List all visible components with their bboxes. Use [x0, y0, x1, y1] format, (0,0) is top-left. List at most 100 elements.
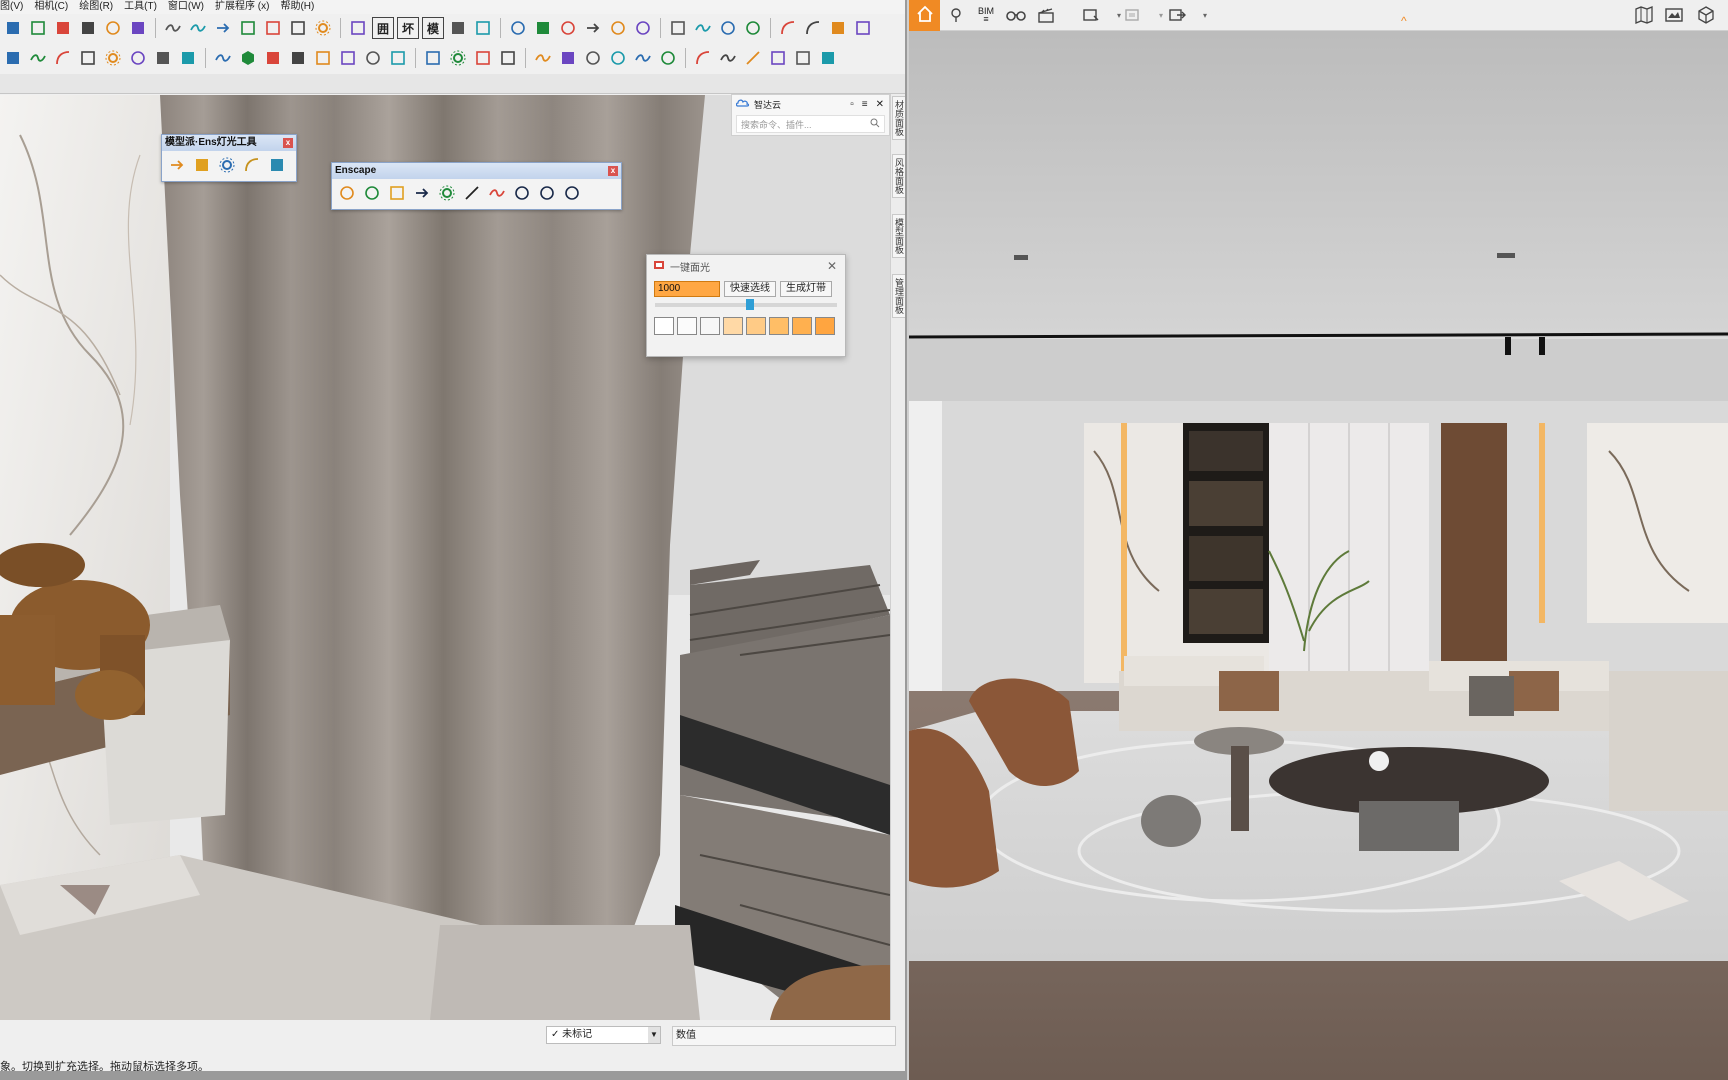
door2-icon[interactable] [792, 47, 814, 69]
bim-button[interactable]: BIM ≡ [974, 4, 998, 26]
export-button[interactable] [1165, 4, 1189, 26]
cloud-search-input[interactable]: 搜索命令、插件... [736, 115, 885, 133]
layout-text-button-2[interactable]: 坏 [397, 17, 419, 39]
gear-red-icon[interactable] [802, 17, 824, 39]
orbit-icon[interactable] [667, 17, 689, 39]
video-editor-button[interactable] [1034, 4, 1058, 26]
person-icon[interactable] [266, 154, 288, 176]
save-icon[interactable] [102, 17, 124, 39]
intensity-slider[interactable] [655, 299, 837, 310]
map-book-button[interactable] [1632, 4, 1656, 26]
offset-icon[interactable] [152, 47, 174, 69]
undo-icon[interactable] [632, 17, 654, 39]
circle-icon[interactable] [2, 47, 24, 69]
restore-icon[interactable]: ▫ [850, 99, 854, 110]
align-icon[interactable] [422, 47, 444, 69]
copy-icon[interactable] [607, 17, 629, 39]
spiral-icon[interactable] [262, 47, 284, 69]
menu-item-5[interactable]: 扩展程序 (x) [215, 0, 269, 14]
color-swatch-3[interactable] [723, 317, 743, 335]
menu-item-1[interactable]: 相机(C) [34, 0, 68, 14]
arrow-select-icon[interactable] [187, 17, 209, 39]
plant-icon[interactable] [337, 47, 359, 69]
select-icon[interactable] [2, 17, 24, 39]
arch-icon[interactable] [362, 47, 384, 69]
side-tab-materials[interactable]: 材质面板 [892, 96, 905, 140]
big-circle-icon[interactable] [102, 47, 124, 69]
component-icon[interactable] [212, 17, 234, 39]
collapse-toolbar-caret[interactable]: ^ [1401, 14, 1407, 28]
line-icon[interactable] [557, 17, 579, 39]
color-swatch-2[interactable] [700, 317, 720, 335]
feedback-mail-icon[interactable] [536, 182, 558, 204]
group-icon[interactable] [237, 17, 259, 39]
menu-item-6[interactable]: 帮助(H) [280, 0, 314, 14]
arrow-icon[interactable] [387, 47, 409, 69]
paint-icon[interactable] [27, 17, 49, 39]
settings-icon[interactable] [777, 17, 799, 39]
screenshot-button[interactable] [1079, 4, 1103, 26]
side-tab-manage[interactable]: 管理面板 [892, 274, 905, 318]
move-light-icon[interactable] [216, 154, 238, 176]
rendered-living-room[interactable] [909, 31, 1728, 1080]
menu-item-0[interactable]: 图(V) [0, 0, 23, 14]
slider-knob[interactable] [746, 299, 754, 310]
color-swatch-5[interactable] [769, 317, 789, 335]
mountain-icon[interactable] [241, 154, 263, 176]
eraser-icon[interactable] [52, 17, 74, 39]
horizontal-scrollbar[interactable] [0, 1071, 905, 1080]
upload-cloud-icon[interactable] [486, 182, 508, 204]
cloud-icon[interactable] [262, 17, 284, 39]
side-tab-styles[interactable]: 风格面板 [892, 154, 905, 198]
settings-gear-icon[interactable] [511, 182, 533, 204]
material-icon[interactable] [692, 47, 714, 69]
wrench-icon[interactable] [191, 154, 213, 176]
menu-item-4[interactable]: 窗口(W) [168, 0, 204, 14]
add-asset-icon[interactable] [411, 182, 433, 204]
box-icon[interactable] [162, 17, 184, 39]
follow-icon[interactable] [177, 47, 199, 69]
menu-item-3[interactable]: 工具(T) [124, 0, 157, 14]
model-icon[interactable] [472, 17, 494, 39]
color-swatch-1[interactable] [677, 317, 697, 335]
material-checker-icon[interactable] [461, 182, 483, 204]
menu-item-2[interactable]: 绘图(R) [79, 0, 113, 14]
curve-icon[interactable] [77, 47, 99, 69]
panorama-button[interactable] [1662, 4, 1686, 26]
cube-icon[interactable] [657, 47, 679, 69]
brush-icon[interactable] [767, 47, 789, 69]
lumen-input[interactable]: 1000 [654, 281, 720, 297]
chevron-down-icon[interactable]: ▼ [648, 1027, 660, 1043]
video-icon[interactable] [386, 182, 408, 204]
close-icon[interactable]: ✕ [827, 259, 845, 273]
color-swatch-6[interactable] [792, 317, 812, 335]
location-pin-button[interactable] [944, 4, 968, 26]
folder-icon[interactable] [77, 17, 99, 39]
tag-dropdown[interactable]: ✓ 未标记 ▼ [546, 1026, 661, 1044]
pencil-icon[interactable] [817, 47, 839, 69]
ens-lights-close-button[interactable]: x [283, 138, 293, 148]
sync-icon[interactable] [361, 182, 383, 204]
pan-icon[interactable] [692, 17, 714, 39]
paint-bucket-icon[interactable] [532, 47, 554, 69]
table-icon[interactable] [347, 17, 369, 39]
binoculars-button[interactable] [1004, 4, 1028, 26]
rotate-tool-icon[interactable] [237, 47, 259, 69]
window-icon[interactable] [827, 17, 849, 39]
swirl-icon[interactable] [312, 47, 334, 69]
layout-icon[interactable] [447, 17, 469, 39]
enscape-close-button[interactable]: x [608, 166, 618, 176]
texture-icon[interactable] [742, 47, 764, 69]
batch-render-button[interactable] [1121, 4, 1145, 26]
fullscreen-icon[interactable] [312, 17, 334, 39]
color-swatch-0[interactable] [654, 317, 674, 335]
info-icon[interactable] [561, 182, 583, 204]
cube-view-button[interactable] [1694, 4, 1718, 26]
move-icon[interactable] [507, 17, 529, 39]
spotlight-icon[interactable] [166, 154, 188, 176]
polyline-icon[interactable] [52, 47, 74, 69]
export-dropdown[interactable]: ▾ [1193, 4, 1217, 26]
distribute-icon[interactable] [447, 47, 469, 69]
color-swatch-4[interactable] [746, 317, 766, 335]
rotate-icon[interactable] [532, 17, 554, 39]
